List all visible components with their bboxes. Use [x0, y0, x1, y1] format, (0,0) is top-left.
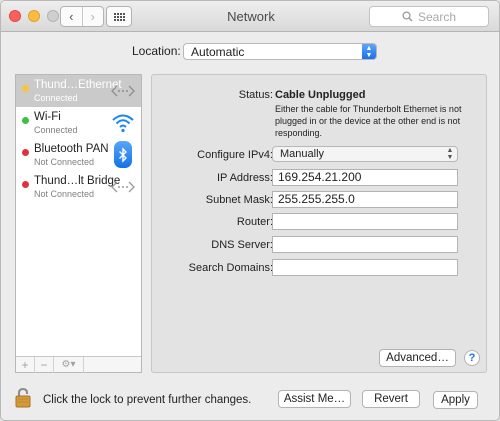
status-dot	[22, 117, 29, 124]
service-item-wifi[interactable]: Wi-Fi Connected	[16, 107, 141, 139]
status-description: Either the cable for Thunderbolt Etherne…	[275, 104, 462, 138]
service-list-toolbar: + − ⚙▾	[16, 356, 141, 373]
add-service-button[interactable]: +	[16, 356, 35, 373]
search-domains-field[interactable]	[272, 259, 458, 276]
service-status: Not Connected	[34, 189, 95, 199]
advanced-button[interactable]: Advanced…	[379, 349, 456, 367]
remove-service-button[interactable]: −	[35, 356, 54, 373]
dns-server-field[interactable]	[272, 236, 458, 253]
ip-address-field[interactable]: 169.254.21.200	[272, 169, 458, 186]
ethernet-arrows-icon	[111, 85, 135, 97]
service-list: Thund…Ethernet Connected Wi-Fi Connected…	[15, 74, 142, 373]
service-item-thunderbolt-ethernet[interactable]: Thund…Ethernet Connected	[16, 75, 141, 107]
revert-button[interactable]: Revert	[362, 390, 420, 408]
service-name: Bluetooth PAN	[34, 143, 109, 155]
router-label: Router:	[236, 216, 273, 228]
network-preferences-window: ‹ › Network Search Location: Automatic ▲…	[0, 0, 500, 421]
ethernet-arrows-icon	[111, 181, 135, 193]
subnet-mask-field[interactable]: 255.255.255.0	[272, 191, 458, 208]
gear-menu-button[interactable]: ⚙▾	[54, 356, 84, 373]
assist-me-button[interactable]: Assist Me…	[278, 390, 351, 408]
status-value: Cable Unplugged	[275, 89, 366, 101]
status-label: Status:	[238, 89, 273, 101]
subnet-mask-label: Subnet Mask:	[205, 194, 273, 206]
updown-arrows-icon: ▲ ▼	[362, 44, 376, 59]
service-item-thunderbolt-bridge[interactable]: Thund…lt Bridge Not Connected	[16, 171, 141, 203]
search-field[interactable]: Search	[369, 6, 489, 27]
service-status: Not Connected	[34, 157, 95, 167]
configure-ipv4-popup[interactable]: Manually ▲ ▼	[272, 146, 458, 162]
configure-ipv4-value: Manually	[280, 148, 325, 160]
service-status: Connected	[34, 93, 78, 103]
help-button[interactable]: ?	[464, 350, 480, 366]
lock-message: Click the lock to prevent further change…	[43, 394, 252, 406]
dns-server-label: DNS Server:	[211, 239, 273, 251]
status-dot	[22, 181, 29, 188]
configure-ipv4-label: Configure IPv4:	[197, 149, 273, 161]
service-name: Thund…Ethernet	[34, 79, 122, 91]
apply-button[interactable]: Apply	[433, 391, 478, 409]
wifi-icon	[112, 114, 134, 133]
service-item-bluetooth-pan[interactable]: Bluetooth PAN Not Connected	[16, 139, 141, 171]
status-dot	[22, 85, 29, 92]
service-status: Connected	[34, 125, 78, 135]
search-placeholder: Search	[417, 9, 457, 24]
router-field[interactable]	[272, 213, 458, 230]
search-domains-label: Search Domains:	[188, 262, 273, 274]
title-bar: ‹ › Network Search	[1, 1, 499, 32]
service-name: Thund…lt Bridge	[34, 175, 121, 187]
service-name: Wi-Fi	[34, 111, 61, 123]
lock-icon[interactable]	[15, 387, 31, 408]
status-dot	[22, 149, 29, 156]
location-value: Automatic	[191, 44, 245, 59]
location-popup[interactable]: Automatic ▲ ▼	[183, 43, 377, 60]
updown-arrows-icon: ▲ ▼	[446, 147, 454, 161]
bluetooth-icon	[114, 141, 132, 168]
search-icon	[402, 11, 413, 22]
location-label: Location:	[132, 44, 181, 58]
ip-address-label: IP Address:	[216, 172, 273, 184]
